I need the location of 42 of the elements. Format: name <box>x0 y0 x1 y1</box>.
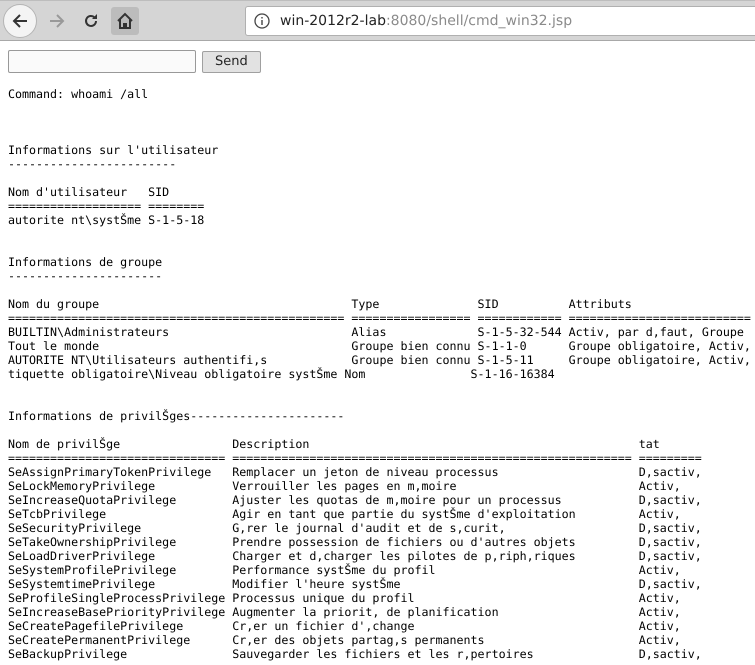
back-button[interactable] <box>3 4 37 38</box>
output-line: Informations de privilŠges---------------------- <box>8 409 344 423</box>
output-line: SeBackupPrivilege Sauvegarder les fichiers et les r,pertoires D,sactiv, <box>8 647 702 661</box>
command-field[interactable] <box>8 50 196 73</box>
output-line: SeLoadDriverPrivilege Charger et d,charger les pilotes de p,riph,riques D,sactiv, <box>8 549 702 563</box>
output-line: ------------------------ <box>8 157 176 171</box>
output-line: SeTcbPrivilege Agir en tant que partie du systŠme d'exploitation Activ, <box>8 507 681 521</box>
output-line: Nom de privilŠge Description tat <box>8 437 660 451</box>
output-line: SeProfileSingleProcessPrivilege Processus unique du profil Activ, <box>8 591 681 605</box>
reload-icon <box>83 12 99 28</box>
output-line: Informations de groupe <box>8 255 162 269</box>
output-line: SeLockMemoryPrivilege Verrouiller les pages en m,moire Activ, <box>8 479 681 493</box>
output-line: SeAssignPrimaryTokenPrivilege Remplacer un jeton de niveau processus D,sactiv, <box>8 465 702 479</box>
output-line: SeSecurityPrivilege G,rer le journal d'audit et de s,curit, D,sactiv, <box>8 521 702 535</box>
arrow-right-icon <box>48 12 66 30</box>
house-icon <box>116 12 134 30</box>
output-line: Nom du groupe Type SID Attributs <box>8 297 632 311</box>
output-line: ---------------------- <box>8 269 162 283</box>
output-line: SeSystemtimePrivilege Modifier l'heure systŠme D,sactiv, <box>8 577 702 591</box>
output-line: Informations sur l'utilisateur <box>8 143 218 157</box>
output-line: Nom d'utilisateur SID <box>8 185 170 199</box>
home-button[interactable] <box>111 6 139 34</box>
url-text: win-2012r2-lab:8080/shell/cmd_win32.jsp <box>280 12 572 28</box>
address-bar[interactable]: win-2012r2-lab:8080/shell/cmd_win32.jsp <box>245 6 755 36</box>
output-line: SeIncreaseQuotaPrivilege Ajuster les quotas de m,moire pour un processus D,sactiv, <box>8 493 702 507</box>
output-line: SeIncreaseBasePriorityPrivilege Augmenter la priorit, de planification Activ, <box>8 605 681 619</box>
output-line: autorite nt\systŠme S-1-5-18 <box>8 213 204 227</box>
arrow-left-icon <box>11 12 29 30</box>
output-line: ================================================ ================= ============ ========================== <box>8 311 751 325</box>
info-icon <box>254 12 270 28</box>
output-line: tiquette obligatoire\Niveau obligatoire systŠme Nom S-1-16-16384 <box>8 367 555 381</box>
output-line: =============================== ========================================================= ========= <box>8 451 702 465</box>
output-line: SeCreatePermanentPrivilege Cr,er des objets partag,s permanents Activ, <box>8 633 681 647</box>
output-line: Command: whoami /all <box>8 87 148 101</box>
output-line: AUTORITE NT\Utilisateurs authentifi,s Groupe bien connu S-1-5-11 Groupe obligatoire, Activ, <box>8 353 751 367</box>
output-line: SeCreatePagefilePrivilege Cr,er un fichier d',change Activ, <box>8 619 681 633</box>
output-line: Tout le monde Groupe bien connu S-1-1-0 Groupe obligatoire, Activ, <box>8 339 751 353</box>
send-button[interactable]: Send <box>202 50 261 72</box>
output-line: SeSystemProfilePrivilege Performance systŠme du profil Activ, <box>8 563 681 577</box>
output-line: BUILTIN\Administrateurs Alias S-1-5-32-544 Activ, par d,faut, Groupe <box>8 325 744 339</box>
output-line: SeTakeOwnershipPrivilege Prendre possession de fichiers ou d'autres objets D,sactiv, <box>8 535 702 549</box>
output-line: =================== ======== <box>8 199 204 213</box>
